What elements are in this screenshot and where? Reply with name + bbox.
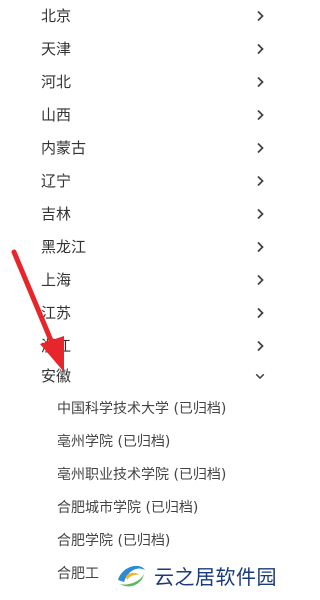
chevron-right-icon [254,33,266,66]
chevron-right-icon [254,66,266,99]
school-item[interactable]: 合肥城市学院 (已归档) [0,492,300,525]
province-label: 天津 [41,40,72,58]
province-label: 黑龙江 [41,238,87,256]
province-label: 安徽 [41,367,72,385]
province-item-beijing[interactable]: 北京 [0,0,300,33]
province-label: 浙江 [41,337,72,355]
chevron-right-icon [254,99,266,132]
watermark: 云之居软件园 [112,553,292,597]
watermark-text: 云之居软件园 [154,564,277,589]
province-item-jilin[interactable]: 吉林 [0,198,300,231]
province-item-hebei[interactable]: 河北 [0,66,300,99]
school-label: 合肥城市学院 (已归档) [57,500,199,516]
province-item-heilongjiang[interactable]: 黑龙江 [0,231,300,264]
province-item-shanghai[interactable]: 上海 [0,264,300,297]
province-label: 内蒙古 [41,139,87,157]
province-item-zhejiang[interactable]: 浙江 [0,330,300,363]
school-item[interactable]: 亳州学院 (已归档) [0,426,300,459]
watermark-logo-icon [115,559,147,591]
school-label: 合肥工 [57,566,99,582]
school-item[interactable]: 亳州职业技术学院 (已归档) [0,459,300,492]
province-label: 辽宁 [41,172,72,190]
school-label: 亳州职业技术学院 (已归档) [57,467,227,483]
school-label: 亳州学院 (已归档) [57,434,171,450]
province-label: 山西 [41,106,72,124]
province-label: 上海 [41,271,72,289]
chevron-right-icon [254,0,266,33]
province-label: 江苏 [41,304,72,322]
province-label: 北京 [41,7,72,25]
province-item-jiangsu[interactable]: 江苏 [0,297,300,330]
chevron-right-icon [254,264,266,297]
school-label: 中国科学技术大学 (已归档) [57,401,227,417]
chevron-right-icon [254,165,266,198]
province-label: 河北 [41,73,72,91]
province-label: 吉林 [41,205,72,223]
province-item-liaoning[interactable]: 辽宁 [0,165,300,198]
province-item-shanxi[interactable]: 山西 [0,99,300,132]
chevron-right-icon [254,297,266,330]
province-item-anhui[interactable]: 安徽 [0,360,300,393]
school-item[interactable]: 中国科学技术大学 (已归档) [0,393,300,426]
province-item-neimenggu[interactable]: 内蒙古 [0,132,300,165]
chevron-right-icon [254,132,266,165]
chevron-right-icon [254,330,266,363]
chevron-right-icon [254,231,266,264]
chevron-down-icon [254,360,266,393]
chevron-right-icon [254,198,266,231]
province-item-tianjin[interactable]: 天津 [0,33,300,66]
